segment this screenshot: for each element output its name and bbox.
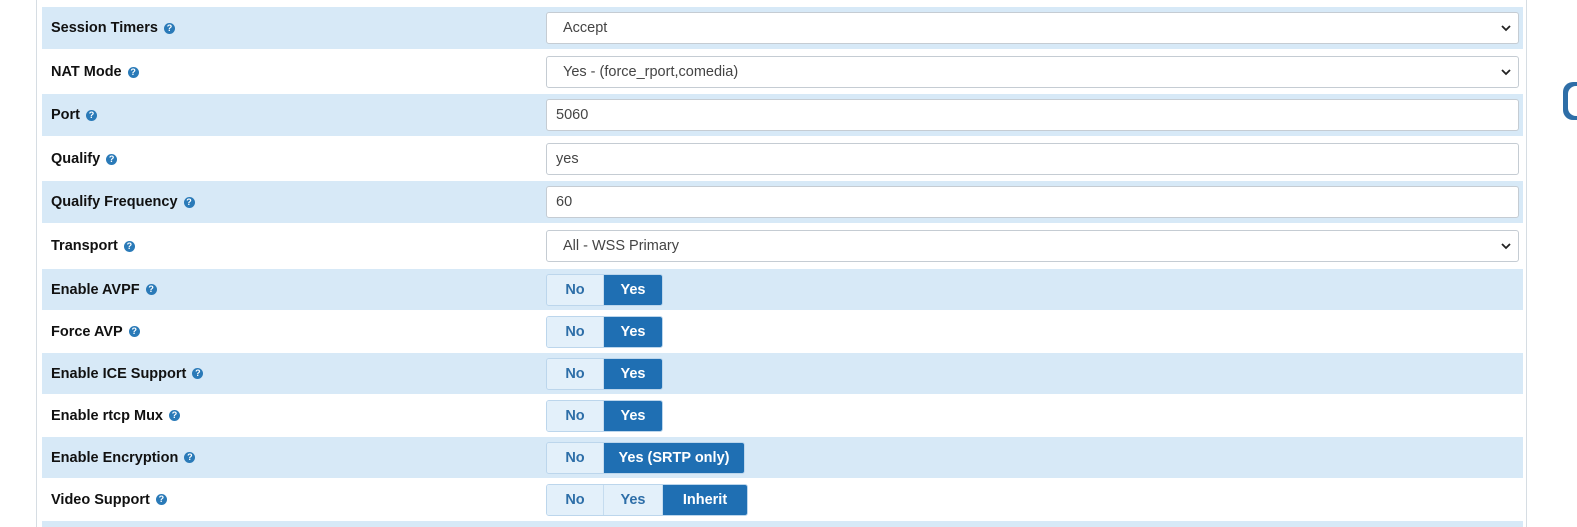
port-input[interactable]: 5060 [546,99,1519,131]
help-icon[interactable]: ? [86,109,97,121]
row-enable-ice-support: Enable ICE Support ? No Yes [42,353,1523,394]
help-icon[interactable]: ? [163,22,175,34]
row-port: Port ? 5060 [42,94,1523,136]
field-label-text: Session Timers [51,20,158,36]
nat-mode-select[interactable]: Yes - (force_rport,comedia) [546,56,1519,88]
force-avp-toggle: No Yes [546,315,663,348]
toggle-option-yes[interactable]: Yes [604,484,663,515]
toggle-option-no[interactable]: No [547,274,604,305]
field-label-text: Transport [51,238,118,254]
chevron-down-icon [1501,69,1511,76]
toggle-option-no[interactable]: No [547,400,604,431]
toggle-option-yes[interactable]: Yes [604,358,662,389]
field-label: Enable ICE Support ? [51,365,204,382]
field-label: Video Support ? [51,492,167,508]
field-label: NAT Mode ? [51,64,139,80]
help-icon[interactable]: ? [155,494,167,505]
enable-encryption-toggle: No Yes (SRTP only) [546,441,745,474]
toggle-option-yes[interactable]: Yes [604,274,662,305]
help-icon[interactable]: ? [127,66,139,78]
field-label: Enable Encryption ? [51,449,196,466]
row-qualify-frequency: Qualify Frequency ? 60 [42,181,1523,223]
toggle-option-yes-srtp-only[interactable]: Yes (SRTP only) [604,442,744,473]
select-value: All - WSS Primary [563,238,679,254]
field-label-text: Enable Encryption [51,449,179,466]
field-label-text: Enable AVPF [51,281,140,298]
help-icon[interactable]: ? [123,240,135,252]
row-transport: Transport ? All - WSS Primary [42,225,1523,267]
toggle-option-yes[interactable]: Yes [604,316,662,347]
video-support-toggle: No Yes Inherit [546,483,748,516]
chevron-down-icon [1501,243,1511,250]
field-label-text: Qualify Frequency [51,194,178,210]
help-icon[interactable]: ? [184,452,196,463]
enable-avpf-toggle: No Yes [546,273,663,306]
help-icon[interactable]: ? [192,368,204,379]
toggle-option-no[interactable]: No [547,484,604,515]
field-label-text: NAT Mode [51,64,122,80]
toggle-option-no[interactable]: No [547,316,604,347]
qualify-frequency-input[interactable]: 60 [546,186,1519,218]
field-label-text: Qualify [51,151,101,167]
help-icon[interactable]: ? [128,326,140,337]
field-label: Qualify Frequency ? [51,194,195,210]
select-value: Accept [563,20,608,36]
field-label: Enable rtcp Mux ? [51,408,180,424]
toggle-option-inherit[interactable]: Inherit [663,484,747,515]
row-qualify: Qualify ? yes [42,138,1523,180]
qualify-input[interactable]: yes [546,143,1519,175]
field-label: Qualify ? [51,151,118,167]
session-timers-select[interactable]: Accept [546,12,1519,44]
toggle-option-no[interactable]: No [547,442,604,473]
field-label-text: Enable ICE Support [51,365,187,382]
field-label-text: Video Support [51,491,150,508]
row-force-avp: Force AVP ? No Yes [42,311,1523,352]
select-value: Yes - (force_rport,comedia) [563,64,739,80]
row-enable-encryption: Enable Encryption ? No Yes (SRTP only) [42,437,1523,478]
field-label: Port ? [51,107,97,123]
enable-rtcp-mux-toggle: No Yes [546,399,663,432]
help-icon[interactable]: ? [145,284,157,295]
help-icon[interactable]: ? [169,410,180,421]
row-enable-avpf: Enable AVPF ? No Yes [42,269,1523,310]
field-label: Session Timers ? [51,20,175,36]
help-icon[interactable]: ? [106,153,118,165]
row-nat-mode: NAT Mode ? Yes - (force_rport,comedia) [42,51,1523,93]
row-next-partial [42,521,1523,527]
help-icon[interactable]: ? [183,196,195,208]
side-panel-tab-inner [1568,86,1577,116]
row-video-support: Video Support ? No Yes Inherit [42,479,1523,520]
field-label-text: Enable rtcp Mux [51,407,163,424]
row-enable-rtcp-mux: Enable rtcp Mux ? No Yes [42,395,1523,436]
field-label: Transport ? [51,238,135,254]
field-label: Enable AVPF ? [51,282,157,298]
row-session-timers: Session Timers ? Accept [42,7,1523,49]
enable-ice-support-toggle: No Yes [546,357,663,390]
field-label-text: Port [51,107,80,123]
transport-select[interactable]: All - WSS Primary [546,230,1519,262]
toggle-option-yes[interactable]: Yes [604,400,662,431]
toggle-option-no[interactable]: No [547,358,604,389]
field-label-text: Force AVP [51,323,123,340]
chevron-down-icon [1501,25,1511,32]
field-label: Force AVP ? [51,324,140,340]
